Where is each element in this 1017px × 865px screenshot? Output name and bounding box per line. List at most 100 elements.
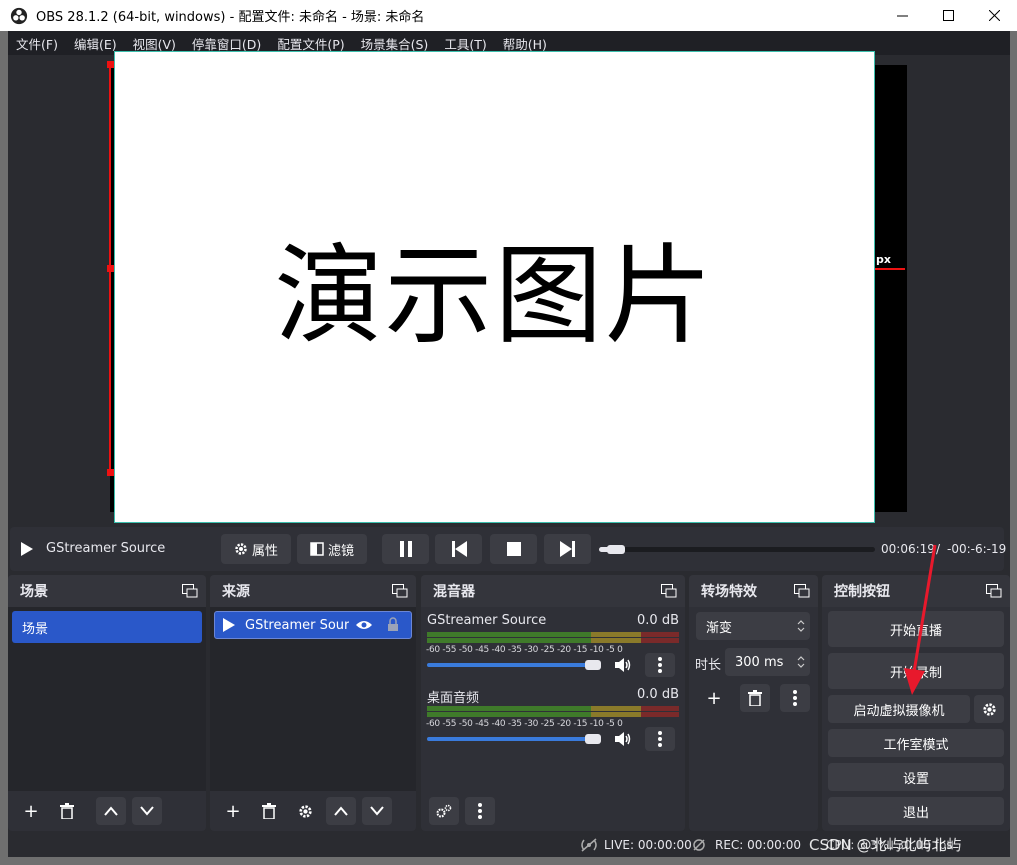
settings-button[interactable]: 设置 (828, 763, 1004, 791)
meter-ticks: -60 -55 -50 -45 -40 -35 -30 -25 -20 -15 … (426, 719, 623, 729)
pause-button[interactable] (382, 534, 429, 564)
source-properties-button[interactable] (290, 797, 320, 825)
media-source-icon (223, 618, 235, 632)
start-streaming-label: 开始直播 (889, 623, 942, 639)
filter-icon (310, 542, 324, 556)
speaker-icon[interactable] (614, 657, 632, 673)
source-list-item[interactable]: GStreamer Source (214, 611, 412, 639)
menu-scene-collection[interactable]: 场景集合(S) (353, 34, 437, 53)
resize-handle-top-left[interactable] (107, 61, 114, 68)
scenes-panel-title: 场景 (20, 584, 48, 600)
scenes-panel-header: 场景 (8, 575, 206, 607)
media-controls-bar: GStreamer Source 属性 滤镜 00:06:19 / -00:-6… (10, 527, 1007, 571)
source-image[interactable]: 演示图片 (114, 51, 875, 523)
start-virtual-camera-label: 启动虚拟摄像机 (853, 703, 945, 719)
media-time-separator: / (936, 542, 941, 556)
volume-slider-handle[interactable] (585, 660, 601, 670)
maximize-button[interactable] (925, 0, 971, 31)
resize-handle-bottom-left[interactable] (107, 469, 114, 476)
mixer-channel-name: GStreamer Source (427, 613, 547, 628)
mixer-channel-menu-button[interactable] (645, 727, 675, 751)
mixer-toolbar (421, 791, 685, 831)
menu-docks[interactable]: 停靠窗口(D) (184, 34, 269, 53)
chevron-down-icon (140, 806, 154, 816)
lock-icon[interactable] (387, 617, 399, 632)
distance-label: px (876, 253, 891, 266)
volume-meter-red (641, 706, 679, 711)
sources-panel-header: 来源 (210, 575, 416, 607)
resize-handle-left[interactable] (107, 265, 114, 272)
stop-button[interactable] (490, 534, 537, 564)
add-scene-button[interactable]: + (16, 797, 46, 825)
duration-input[interactable]: 300 ms (725, 648, 810, 676)
audio-mixer-panel: 混音器 GStreamer Source 0.0 dB -60 -55 -50 … (421, 575, 685, 831)
scene-list-item[interactable]: 场景 (12, 611, 202, 643)
minimize-button[interactable] (879, 0, 925, 31)
controls-body: 开始直播 开始录制 启动虚拟摄像机 工作室模式 设置 退出 (822, 607, 1010, 831)
scenes-toolbar: + (8, 791, 206, 831)
menu-file[interactable]: 文件(F) (8, 34, 66, 53)
exit-button[interactable]: 退出 (828, 797, 1004, 825)
volume-slider[interactable] (427, 737, 601, 741)
move-source-down-button[interactable] (362, 797, 392, 825)
next-button[interactable] (544, 534, 591, 564)
mixer-channel-menu-button[interactable] (645, 653, 675, 677)
eye-icon[interactable] (355, 619, 373, 631)
studio-mode-button[interactable]: 工作室模式 (828, 729, 1004, 757)
undock-icon[interactable] (794, 584, 810, 598)
remove-scene-button[interactable] (52, 797, 82, 825)
start-streaming-button[interactable]: 开始直播 (828, 611, 1004, 647)
menu-profile[interactable]: 配置文件(P) (269, 34, 352, 53)
menu-view[interactable]: 视图(V) (125, 34, 184, 53)
start-virtual-camera-button[interactable]: 启动虚拟摄像机 (828, 695, 970, 723)
preview-area[interactable]: px 演示图片 (8, 51, 1010, 523)
studio-mode-label: 工作室模式 (883, 737, 949, 753)
undock-icon[interactable] (392, 584, 408, 598)
menu-edit[interactable]: 编辑(E) (66, 34, 125, 53)
volume-meter-red (641, 638, 679, 643)
menu-tools[interactable]: 工具(T) (436, 34, 494, 53)
image-text: 演示图片 (274, 234, 715, 359)
stop-icon (506, 542, 521, 556)
volume-slider[interactable] (427, 663, 601, 667)
mixer-channel-level: 0.0 dB (637, 613, 679, 628)
chevron-up-icon (104, 806, 118, 816)
mixer-channels: GStreamer Source 0.0 dB -60 -55 -50 -45 … (421, 607, 685, 791)
plus-icon: + (706, 687, 722, 709)
speaker-icon[interactable] (614, 731, 632, 747)
play-icon[interactable] (20, 542, 34, 556)
virtual-camera-settings-button[interactable] (974, 695, 1004, 723)
filters-button[interactable]: 滤镜 (297, 534, 367, 564)
mixer-menu-button[interactable] (465, 797, 495, 825)
media-time-elapsed: 00:06:19 (881, 542, 935, 556)
trash-icon (748, 690, 762, 706)
remove-transition-button[interactable] (740, 684, 770, 712)
transition-menu-button[interactable] (780, 684, 810, 712)
mixer-channel-level: 0.0 dB (637, 687, 679, 702)
duration-value: 300 ms (735, 654, 784, 670)
properties-button[interactable]: 属性 (221, 534, 291, 564)
previous-button[interactable] (435, 534, 482, 564)
undock-icon[interactable] (661, 584, 677, 598)
sources-panel-title: 来源 (222, 584, 250, 600)
spin-arrows-icon[interactable] (797, 655, 805, 669)
remove-source-button[interactable] (254, 797, 284, 825)
undock-icon[interactable] (986, 584, 1002, 598)
start-recording-button[interactable]: 开始录制 (828, 653, 1004, 689)
add-transition-button[interactable]: + (699, 684, 729, 712)
plus-icon: + (23, 800, 39, 822)
exit-label: 退出 (902, 805, 929, 821)
media-seek-bar[interactable] (599, 545, 875, 554)
undock-icon[interactable] (182, 584, 198, 598)
move-source-up-button[interactable] (326, 797, 356, 825)
close-button[interactable] (971, 0, 1017, 31)
volume-slider-handle[interactable] (585, 734, 601, 744)
move-scene-up-button[interactable] (96, 797, 126, 825)
menu-help[interactable]: 帮助(H) (495, 34, 555, 53)
advanced-audio-button[interactable] (429, 797, 459, 825)
media-seek-handle[interactable] (606, 545, 625, 554)
add-source-button[interactable]: + (218, 797, 248, 825)
transition-select[interactable]: 渐变 (696, 612, 810, 640)
media-time-remaining: -00:-6:-19 (947, 542, 1007, 556)
move-scene-down-button[interactable] (132, 797, 162, 825)
